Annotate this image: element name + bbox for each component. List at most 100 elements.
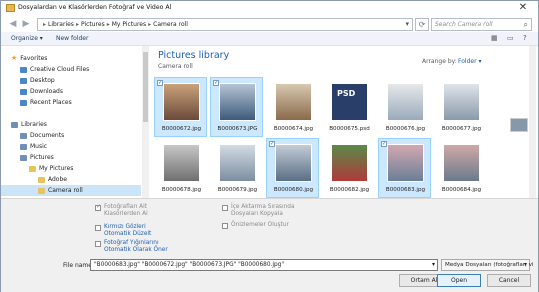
image-thumbnail [331,144,368,182]
breadcrumb-item[interactable]: Pictures [81,21,105,28]
nav-item-label: Pictures [30,154,54,161]
file-tile[interactable]: PSD B0000675.psd [322,77,375,137]
file-tile[interactable]: ✓ B0000672.jpg [154,77,207,137]
file-type-value: Medya Dosyaları (fotoğraflar, vi [445,262,534,268]
file-tile[interactable]: B0000679.jpg [210,138,263,198]
refresh-icon[interactable]: ⟳ [415,18,429,31]
help-icon[interactable]: ? [523,34,527,42]
nav-scrollbar[interactable] [142,46,149,198]
file-tile[interactable]: B0000684.jpg [434,138,487,198]
breadcrumb-item[interactable]: Camera roll [153,21,188,28]
back-arrow-icon[interactable]: ◀ [7,18,19,30]
checkbox-box [222,205,228,211]
nav-item[interactable]: Desktop [1,75,141,86]
nav-scroll-thumb[interactable] [143,52,148,122]
nav-item[interactable]: Documents [1,130,141,141]
nav-item[interactable]: Pictures [1,152,141,163]
image-thumbnail [387,83,424,121]
breadcrumb-separator-icon[interactable]: ▸ [43,21,46,28]
open-button[interactable]: Open [437,274,481,287]
breadcrumb-item[interactable]: My Pictures [112,21,146,28]
organize-button[interactable]: Organize ▾ [11,35,43,42]
address-bar[interactable]: ▸ Libraries ▸ Pictures ▸ My Pictures ▸ Camera r… [37,18,413,31]
search-icon: ⌕ [523,20,528,29]
view-icon[interactable]: ▦ [491,34,498,42]
file-tile[interactable]: ✓ B0000683.jpg [378,138,431,198]
nav-item-label: Recent Places [30,99,72,106]
image-thumbnail [219,144,256,182]
nav-item-label: Music [30,143,48,150]
nav-item[interactable]: Camera roll [1,185,141,196]
search-input[interactable]: Search Camera roll ⌕ [431,18,532,31]
content-scrollbar[interactable] [529,46,536,198]
cancel-button[interactable]: Cancel [487,274,531,287]
nav-item-label: Documents [30,132,65,139]
breadcrumb[interactable]: ▸ Libraries ▸ Pictures ▸ My Pictures ▸ Camera r… [41,21,188,28]
psd-file-icon: PSD [331,83,368,121]
chevron-down-icon[interactable]: ▾ [405,20,409,28]
checkbox-box [95,204,101,211]
file-name: B0000680.jpg [273,187,314,193]
checkbox-box[interactable] [95,241,101,247]
file-name: B0000684.jpg [441,187,482,193]
nav-item-label: Desktop [30,77,55,84]
breadcrumb-item[interactable]: Libraries [48,21,74,28]
file-name: B0000683.jpg [385,187,426,193]
nav-item-label: My Pictures [39,165,74,172]
nav-item[interactable]: My Pictures [1,163,141,174]
file-name-input[interactable]: "B0000683.jpg" "B0000672.jpg" "B0000673.… [90,259,438,271]
file-tile[interactable]: B0000678.jpg [154,138,207,198]
file-name: B0000678.jpg [161,187,202,193]
nav-item-label: Adobe [48,176,67,183]
star-icon: ★ [11,54,18,62]
folder-icon [20,154,27,161]
image-thumbnail [163,144,200,182]
import-options: Fotoğrafları AltKlasörlerden Al Kırmızı G… [1,198,538,257]
nav-item[interactable]: ★ Favorites [1,53,141,64]
breadcrumb-separator-icon[interactable]: ▸ [148,21,151,28]
nav-item[interactable]: Libraries [1,119,141,130]
app-icon [6,4,15,12]
close-button[interactable]: ✕ [516,2,530,14]
file-name-value: "B0000683.jpg" "B0000672.jpg" "B0000673.… [94,262,285,268]
arrange-by-dropdown[interactable]: Folder ▾ [458,58,481,65]
file-name-bar: File name: "B0000683.jpg" "B0000672.jpg"… [1,257,538,292]
file-tile[interactable]: B0000677.jpg [434,77,487,137]
file-name: B0000677.jpg [441,126,482,132]
image-thumbnail [387,144,424,182]
file-type-select[interactable]: Medya Dosyaları (fotoğraflar, vi ▾ [441,259,534,271]
file-tile[interactable]: B0000676.jpg [378,77,431,137]
checkbox-box[interactable] [95,225,101,231]
file-tile[interactable]: B0000682.jpg [322,138,375,198]
chevron-down-icon[interactable]: ▾ [432,261,435,268]
breadcrumb-separator-icon[interactable]: ▸ [76,21,79,28]
nav-item[interactable]: Recent Places [1,97,141,108]
nav-item[interactable]: Music [1,141,141,152]
file-name: B0000682.jpg [329,187,370,193]
image-thumbnail [443,144,480,182]
folder-icon [29,165,36,172]
preview-pane-icon[interactable]: ▭ [507,34,514,42]
image-thumbnail [443,83,480,121]
file-name: B0000675.psd [329,126,370,132]
nav-item-label: Libraries [21,121,47,128]
new-folder-button[interactable]: New folder [56,35,88,42]
library-title: Pictures library [158,50,230,61]
chevron-down-icon[interactable]: ▾ [524,261,527,268]
file-tile[interactable]: ✓ B0000673.JPG [210,77,263,137]
forward-arrow-icon[interactable]: ▶ [20,18,32,30]
nav-item[interactable]: Adobe [1,174,141,185]
file-tile[interactable]: B0000674.jpg [266,77,319,137]
breadcrumb-separator-icon[interactable]: ▸ [107,21,110,28]
folder-icon [38,176,45,183]
folder-icon [20,132,27,139]
arrange-by-label: Arrange by: [422,58,457,65]
file-name: B0000674.jpg [273,126,314,132]
file-name: B0000679.jpg [217,187,258,193]
file-tile[interactable]: ✓ B0000680.jpg [266,138,319,198]
open-file-dialog: Dosyalardan ve Klasörlerden Fotoğraf ve … [0,0,539,292]
window-title: Dosyalardan ve Klasörlerden Fotoğraf ve … [18,4,172,11]
nav-item[interactable]: Creative Cloud Files [1,64,141,75]
nav-item[interactable]: Downloads [1,86,141,97]
file-name: B0000673.JPG [217,126,258,132]
